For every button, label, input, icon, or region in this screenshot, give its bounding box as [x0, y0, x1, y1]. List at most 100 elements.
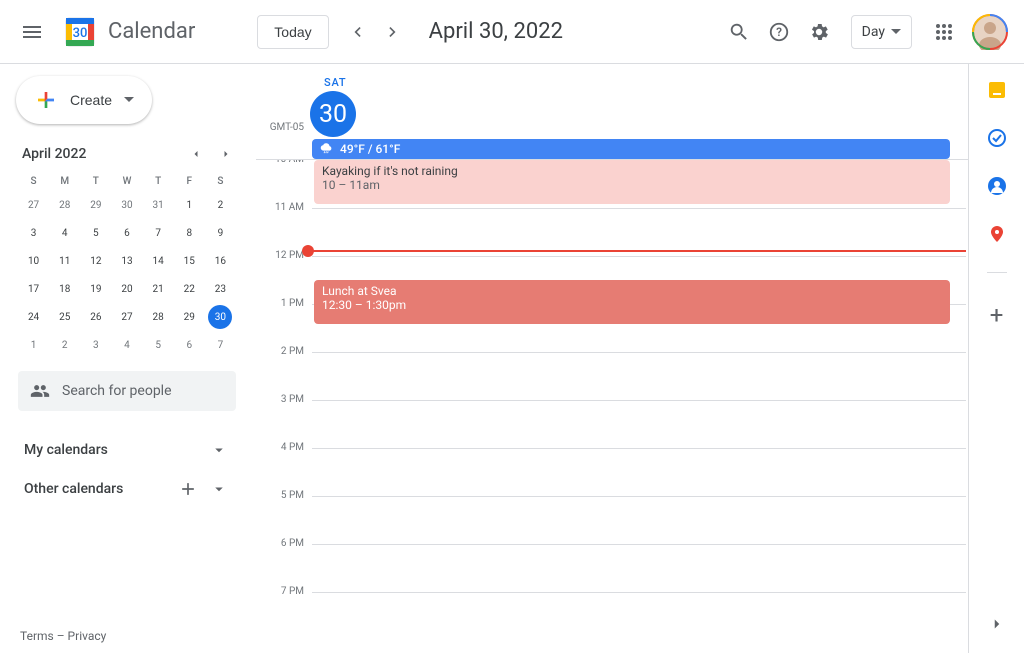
mini-day[interactable]: 2	[205, 191, 236, 219]
hour-label: 10 AM	[256, 160, 312, 208]
mini-day[interactable]: 31	[143, 191, 174, 219]
support-button[interactable]: ?	[759, 12, 799, 52]
mini-dow-label: T	[143, 172, 174, 191]
mini-day[interactable]: 3	[80, 331, 111, 359]
mini-day[interactable]: 22	[174, 275, 205, 303]
day-number[interactable]: 30	[310, 91, 356, 137]
settings-button[interactable]	[799, 12, 839, 52]
mini-day[interactable]: 29	[174, 303, 205, 331]
search-placeholder: Search for people	[62, 383, 172, 399]
hour-label: 12 PM	[256, 250, 312, 304]
create-label: Create	[70, 92, 112, 108]
mini-day[interactable]: 16	[205, 247, 236, 275]
hide-panel-button[interactable]	[988, 615, 1006, 633]
user-avatar[interactable]	[972, 14, 1008, 50]
mini-day[interactable]: 27	[111, 303, 142, 331]
mini-day[interactable]: 3	[18, 219, 49, 247]
mini-day[interactable]: 20	[111, 275, 142, 303]
hour-cell[interactable]	[312, 352, 966, 400]
mini-day[interactable]: 26	[80, 303, 111, 331]
event-lunch[interactable]: Lunch at Svea 12:30 – 1:30pm	[314, 280, 950, 324]
main-menu-button[interactable]	[8, 8, 56, 56]
mini-day[interactable]: 15	[174, 247, 205, 275]
mini-day[interactable]: 7	[205, 331, 236, 359]
chevron-down-icon	[210, 441, 228, 459]
search-button[interactable]	[719, 12, 759, 52]
keep-icon[interactable]	[987, 80, 1007, 100]
mini-prev-month[interactable]	[190, 148, 202, 160]
mini-day[interactable]: 30	[205, 303, 236, 331]
tasks-icon[interactable]	[987, 128, 1007, 148]
mini-day[interactable]: 5	[143, 331, 174, 359]
mini-day[interactable]: 6	[111, 219, 142, 247]
view-switcher[interactable]: Day	[851, 15, 912, 49]
mini-day[interactable]: 10	[18, 247, 49, 275]
weather-icon	[320, 142, 334, 156]
svg-text:?: ?	[776, 25, 782, 39]
previous-day-button[interactable]	[341, 16, 373, 48]
footer-links[interactable]: Terms – Privacy	[20, 629, 106, 643]
hour-label: 5 PM	[256, 490, 312, 544]
get-addons-button[interactable]: +	[990, 301, 1004, 329]
hour-cell[interactable]	[312, 208, 966, 256]
mini-day[interactable]: 27	[18, 191, 49, 219]
plus-icon	[34, 88, 58, 112]
mini-day[interactable]: 9	[205, 219, 236, 247]
mini-day[interactable]: 29	[80, 191, 111, 219]
my-calendars-section[interactable]: My calendars	[12, 431, 236, 469]
google-apps-button[interactable]	[924, 12, 964, 52]
mini-day[interactable]: 21	[143, 275, 174, 303]
mini-day[interactable]: 25	[49, 303, 80, 331]
contacts-icon[interactable]	[987, 176, 1007, 196]
calendar-logo-icon: 30	[60, 12, 100, 52]
mini-dow-label: F	[174, 172, 205, 191]
hour-cell[interactable]	[312, 496, 966, 544]
mini-day[interactable]: 19	[80, 275, 111, 303]
mini-day[interactable]: 2	[49, 331, 80, 359]
current-time-indicator	[308, 250, 966, 252]
event-kayaking[interactable]: Kayaking if it's not raining 10 – 11am	[314, 160, 950, 204]
view-label: Day	[862, 24, 885, 40]
app-logo[interactable]: 30 Calendar	[56, 12, 203, 52]
mini-day[interactable]: 11	[49, 247, 80, 275]
mini-day[interactable]: 8	[174, 219, 205, 247]
add-calendar-button[interactable]	[178, 479, 198, 499]
mini-day[interactable]: 28	[143, 303, 174, 331]
mini-day[interactable]: 4	[49, 219, 80, 247]
mini-day[interactable]: 12	[80, 247, 111, 275]
mini-day[interactable]: 13	[111, 247, 142, 275]
mini-dow-label: M	[49, 172, 80, 191]
other-calendars-section[interactable]: Other calendars	[12, 469, 236, 509]
next-day-button[interactable]	[377, 16, 409, 48]
people-icon	[30, 381, 50, 401]
mini-day[interactable]: 7	[143, 219, 174, 247]
mini-day[interactable]: 17	[18, 275, 49, 303]
hour-cell[interactable]	[312, 592, 966, 640]
day-of-week: SAT	[324, 76, 968, 89]
chevron-down-icon	[210, 480, 228, 498]
today-button[interactable]: Today	[257, 15, 328, 49]
mini-day[interactable]: 5	[80, 219, 111, 247]
search-people-input[interactable]: Search for people	[18, 371, 236, 411]
mini-day[interactable]: 24	[18, 303, 49, 331]
mini-day[interactable]: 30	[111, 191, 142, 219]
date-title: April 30, 2022	[429, 19, 719, 44]
mini-day[interactable]: 23	[205, 275, 236, 303]
mini-day[interactable]: 28	[49, 191, 80, 219]
weather-event[interactable]: 49°F / 61°F	[312, 139, 950, 159]
create-button[interactable]: Create	[16, 76, 152, 124]
mini-day[interactable]: 1	[174, 191, 205, 219]
hour-cell[interactable]	[312, 544, 966, 592]
day-view: GMT-05 SAT 30 49°F / 61°F 10 AM11 AM12 P…	[256, 64, 968, 653]
hour-cell[interactable]	[312, 448, 966, 496]
mini-next-month[interactable]	[220, 148, 232, 160]
mini-day[interactable]: 1	[18, 331, 49, 359]
hour-cell[interactable]	[312, 400, 966, 448]
svg-text:30: 30	[73, 26, 88, 41]
maps-icon[interactable]	[987, 224, 1007, 244]
mini-day[interactable]: 14	[143, 247, 174, 275]
mini-day[interactable]: 4	[111, 331, 142, 359]
mini-day[interactable]: 18	[49, 275, 80, 303]
timezone-label: GMT-05	[256, 122, 312, 137]
mini-day[interactable]: 6	[174, 331, 205, 359]
